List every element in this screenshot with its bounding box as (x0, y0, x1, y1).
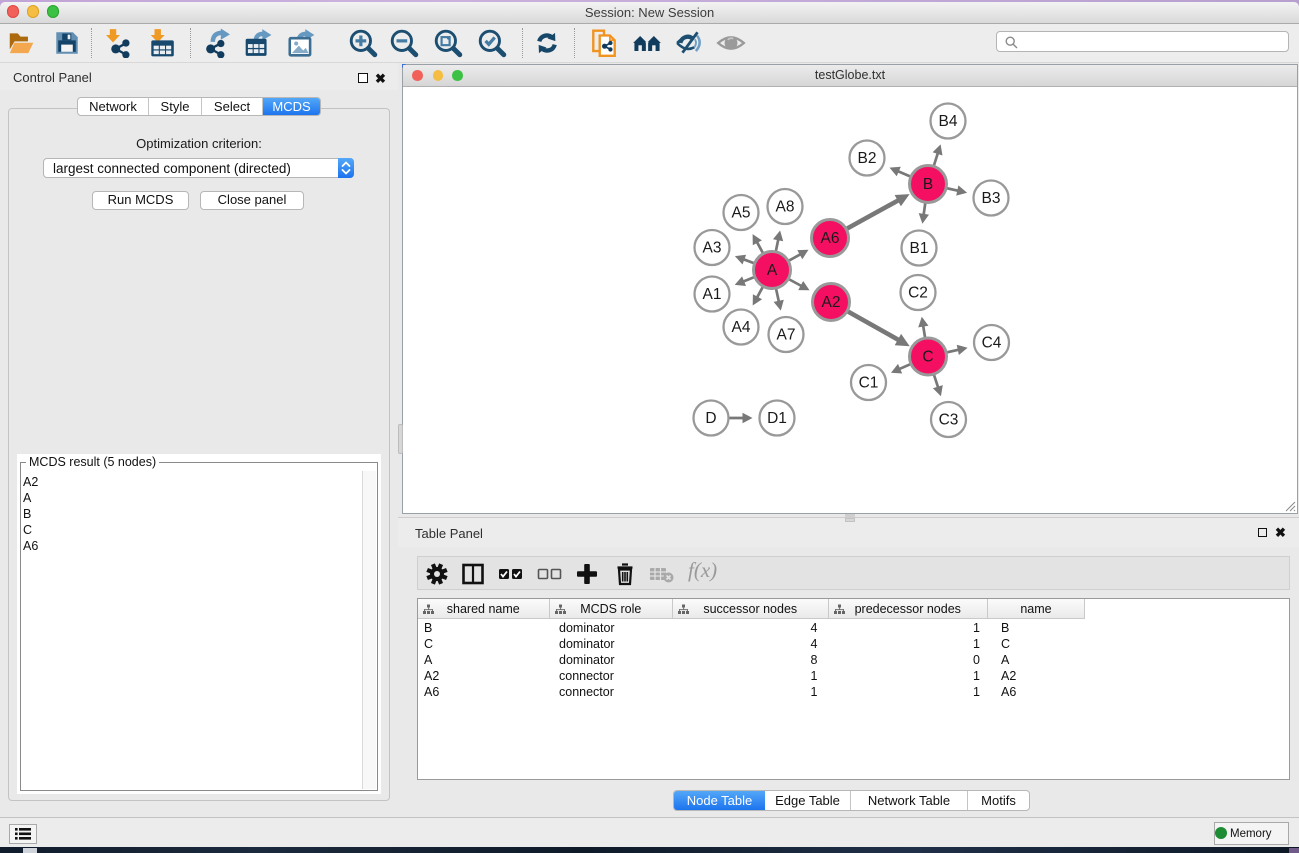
svg-text:A6: A6 (821, 230, 840, 247)
svg-text:A5: A5 (732, 205, 751, 222)
svg-text:A: A (767, 262, 778, 279)
svg-text:B1: B1 (910, 240, 929, 257)
svg-text:B: B (923, 176, 933, 193)
svg-text:C: C (922, 349, 933, 366)
svg-text:C3: C3 (939, 412, 959, 429)
svg-text:A7: A7 (777, 327, 796, 344)
svg-text:A3: A3 (703, 240, 722, 257)
svg-text:D1: D1 (767, 410, 787, 427)
svg-text:B2: B2 (858, 150, 877, 167)
svg-text:A4: A4 (732, 319, 751, 336)
svg-text:A8: A8 (776, 199, 795, 216)
svg-text:A2: A2 (822, 294, 841, 311)
svg-text:D: D (705, 410, 716, 427)
svg-text:A1: A1 (703, 286, 722, 303)
svg-text:C2: C2 (908, 285, 928, 302)
svg-text:C4: C4 (982, 335, 1002, 352)
svg-text:C1: C1 (859, 375, 879, 392)
svg-text:B4: B4 (939, 113, 958, 130)
svg-text:B3: B3 (982, 190, 1001, 207)
